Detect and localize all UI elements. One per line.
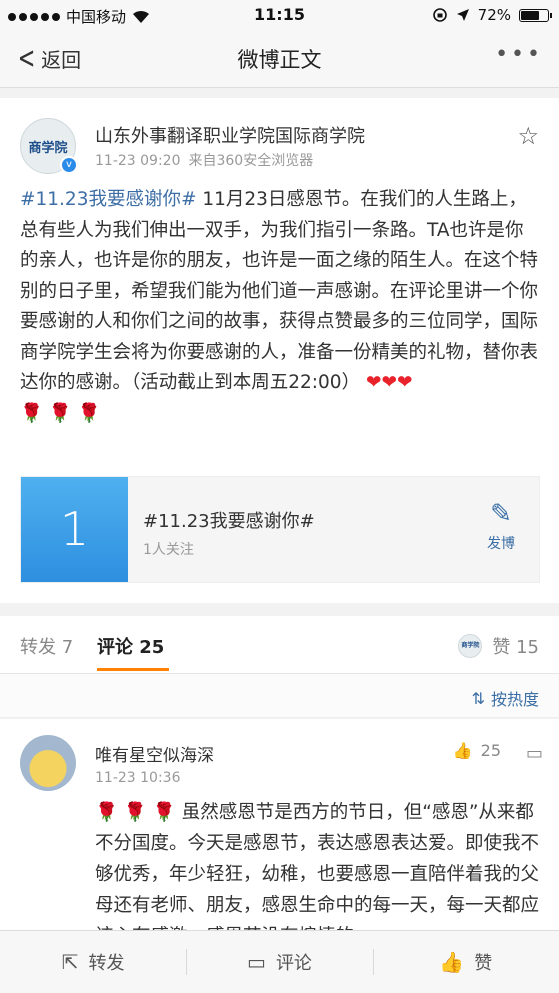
repost-label: 转发 (88, 953, 125, 974)
comment-body: 🌹 🌹 🌹 虽然感恩节是西方的节日，但“感恩”从来都不分国度。今天是感恩节，表达… (95, 797, 540, 930)
comment-item: 唯有星空似海深 11-23 10:36 👍 25 ▭ 🌹 🌹 🌹 虽然感恩节是西… (0, 719, 559, 930)
post-text: 11月23日感恩节。在我们的人生路上，总有些人为我们伸出一双手，为我们指引一条路… (20, 189, 539, 393)
sort-bar: ⇅ 按热度 (0, 674, 559, 718)
comment-like-count: 25 (480, 741, 501, 760)
share-icon: ⇱ (61, 950, 79, 974)
rose-emoji-icon: 🌹 🌹 🌹 (20, 402, 101, 424)
commenter-avatar[interactable] (20, 735, 76, 791)
topic-card[interactable]: 1 #11.23我要感谢你# 1人关注 ✎ 发博 (20, 476, 540, 583)
compose-icon: ✎ (490, 499, 512, 529)
status-right: 72% (432, 6, 552, 24)
like-button[interactable]: 👍 赞 (372, 931, 559, 993)
comment-icon: ▭ (247, 950, 266, 974)
battery-percent: 72% (477, 6, 511, 24)
post-card: 商学院 v 山东外事翻译职业学院国际商学院 11-23 09:20 来自360安全… (0, 98, 559, 603)
tab-likes[interactable]: 商学院 赞 15 (458, 633, 539, 659)
navigation-bar: < 返回 微博正文 ••• (0, 30, 559, 88)
comment-time: 11-23 10:36 (95, 770, 181, 786)
post-tabs: 转发 7 评论 25 商学院 赞 15 (0, 616, 559, 674)
post-source: 来自360安全浏览器 (188, 153, 314, 169)
avatar-logo-text: 商学院 (28, 140, 68, 156)
status-bar: 中国移动 11:15 72% (0, 0, 559, 30)
tab-like-label: 赞 (492, 637, 511, 658)
orientation-lock-icon (432, 8, 447, 22)
liker-avatar: 商学院 (458, 634, 483, 658)
topic-number: 1 (21, 477, 128, 582)
battery-icon (519, 8, 552, 22)
repost-button[interactable]: ⇱ 转发 (0, 931, 186, 993)
commenter-name[interactable]: 唯有星空似海深 (95, 741, 214, 766)
active-tab-indicator (97, 668, 169, 671)
reply-icon[interactable]: ▭ (526, 743, 543, 764)
like-icon: 👍 (439, 950, 465, 974)
favorite-star-icon[interactable]: ☆ (517, 122, 539, 150)
sort-label: 按热度 (490, 690, 539, 709)
page-title: 微博正文 (237, 48, 322, 72)
heart-emoji-icon: ❤❤❤ (365, 372, 413, 393)
battery-fill (521, 10, 539, 20)
topic-title: #11.23我要感谢你# (143, 511, 315, 532)
comment-label: 评论 (275, 953, 312, 974)
bottom-action-bar: ⇱ 转发 ▭ 评论 👍 赞 (0, 930, 559, 993)
compose-label: 发博 (487, 536, 515, 552)
post-time: 11-23 09:20 (95, 153, 181, 169)
author-name[interactable]: 山东外事翻译职业学院国际商学院 (95, 122, 365, 148)
tab-repost-label: 转发 (20, 637, 56, 658)
tab-comment-label: 评论 (97, 637, 133, 658)
more-icon[interactable]: ••• (495, 44, 543, 66)
post-body: #11.23我要感谢你# 11月23日感恩节。在我们的人生路上，总有些人为我们伸… (20, 185, 540, 429)
post-meta: 11-23 09:20 来自360安全浏览器 (95, 150, 313, 170)
thumbs-up-icon: 👍 (452, 741, 473, 760)
post-hashtag[interactable]: #11.23我要感谢你# (20, 189, 196, 210)
comment-rose-emoji-icon: 🌹 🌹 🌹 (95, 802, 176, 823)
tab-comment[interactable]: 评论 25 (97, 633, 164, 659)
tab-comment-count: 25 (139, 637, 165, 658)
sort-by-hot-button[interactable]: ⇅ 按热度 (472, 686, 539, 710)
location-arrow-icon (456, 9, 469, 21)
tab-repost-count: 7 (61, 637, 74, 658)
topic-followers: 1人关注 (143, 542, 194, 558)
tab-like-count: 15 (516, 637, 539, 658)
compose-button[interactable]: ✎ 发博 (481, 499, 521, 553)
like-label: 赞 (474, 953, 493, 974)
comment-button[interactable]: ▭ 评论 (186, 931, 372, 993)
comment-like-button[interactable]: 👍 25 (453, 741, 501, 760)
sort-icon: ⇅ (471, 688, 485, 708)
verified-badge-icon: v (60, 156, 78, 174)
tab-repost[interactable]: 转发 7 (20, 633, 73, 659)
